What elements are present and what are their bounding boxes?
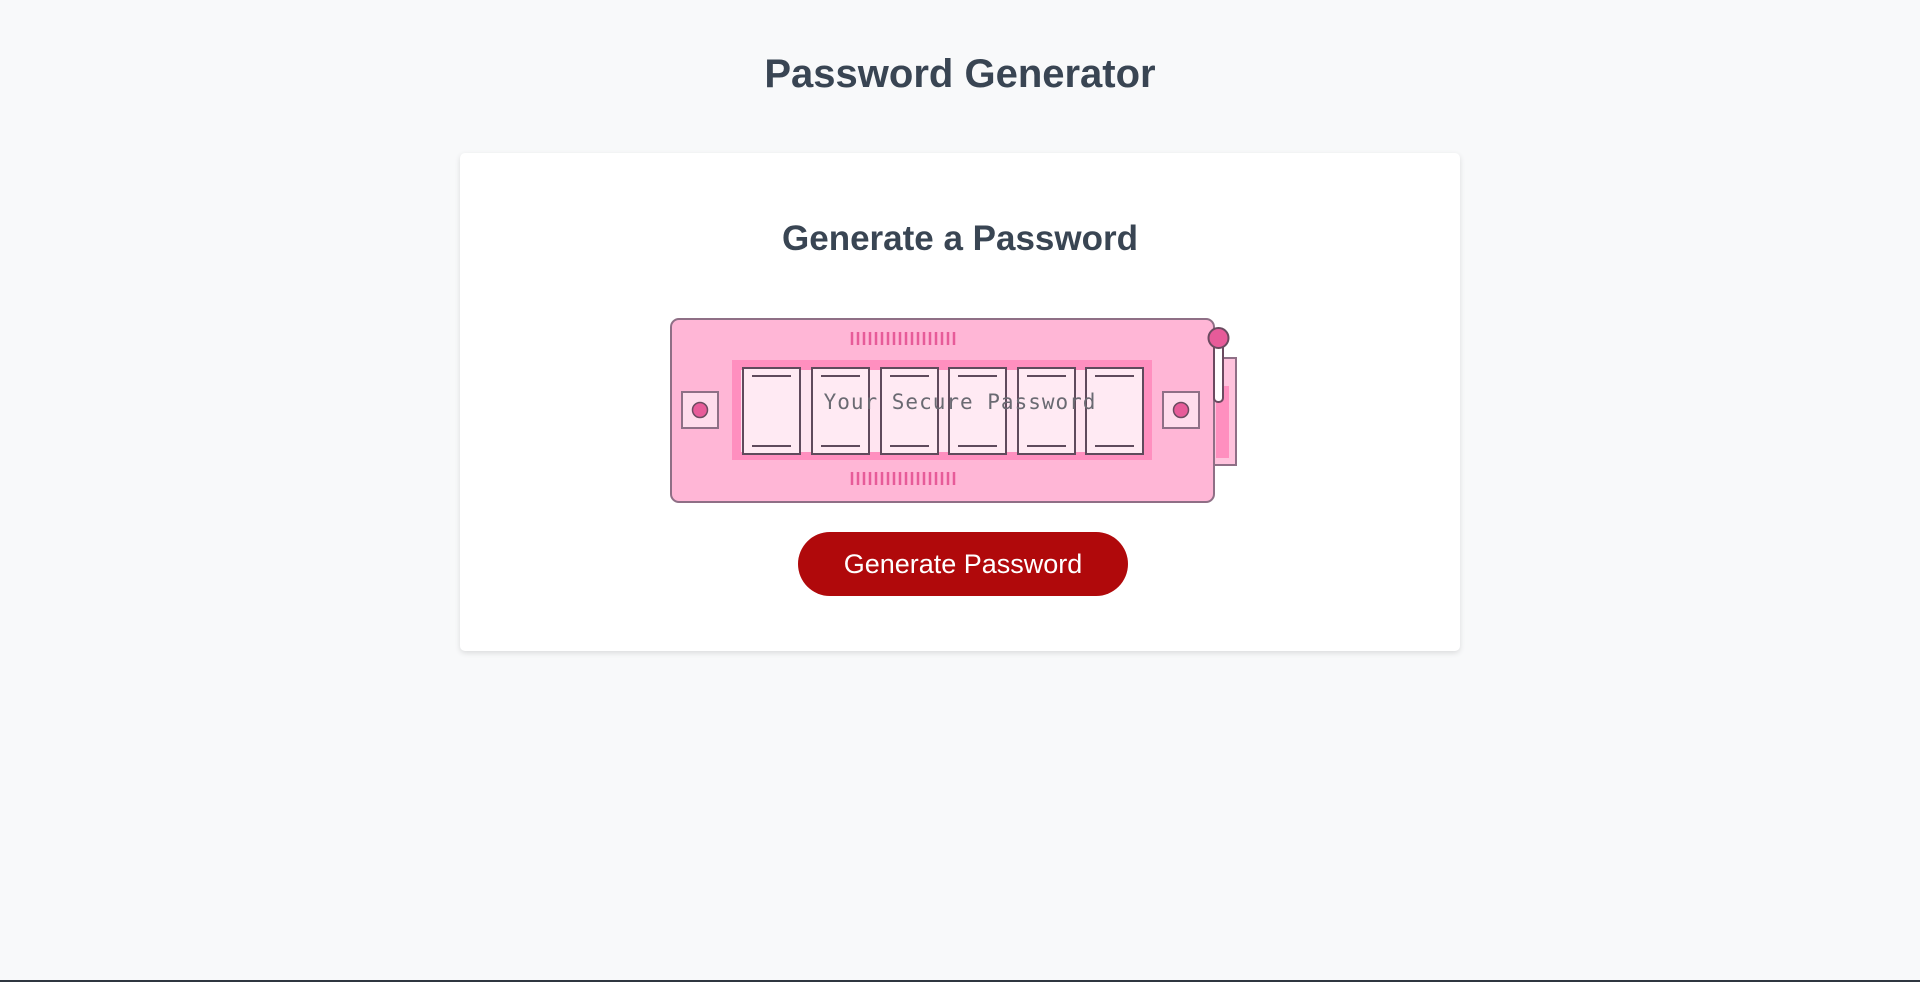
page-title: Password Generator — [764, 52, 1156, 96]
generate-password-button[interactable]: Generate Password — [798, 532, 1128, 596]
page: Password Generator Generate a Password Y… — [0, 0, 1920, 982]
password-display: Your Secure Password — [823, 390, 1097, 414]
password-machine-icon — [670, 318, 1237, 503]
card-title: Generate a Password — [782, 219, 1138, 258]
password-card: Generate a Password Your Secure Password… — [460, 153, 1460, 651]
lever-icon — [1213, 339, 1224, 403]
